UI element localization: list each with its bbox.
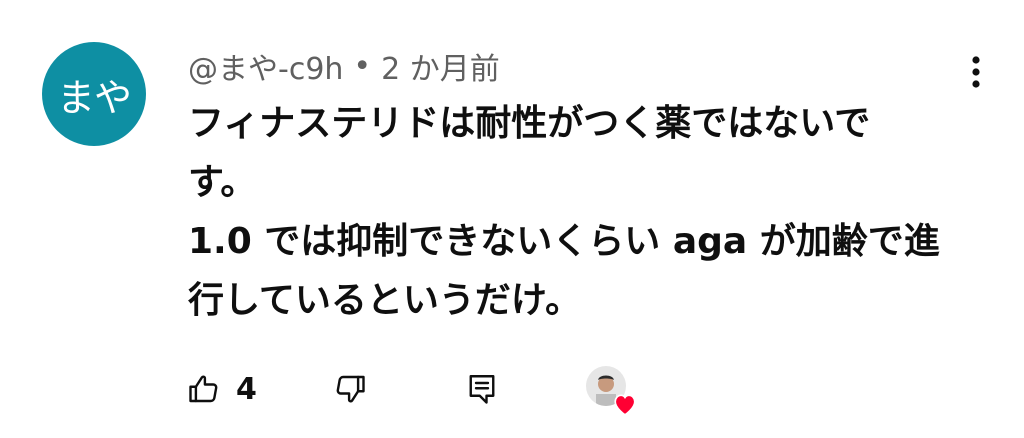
comment-header: @まや-c9h • 2 か月前 [188,44,500,88]
comment-text-line: 行しているというだけ。 [188,280,582,321]
comment-text-line: す。 [188,162,257,203]
more-actions-button[interactable] [956,50,996,94]
like-button[interactable]: 4 [186,362,257,416]
comment-timestamp[interactable]: 2 か月前 [381,44,500,88]
dislike-button[interactable] [332,362,368,416]
comment-text: フィナステリドは耐性がつく薬ではないで す。 1.0 では抑制できないくらい a… [188,94,958,330]
author-handle[interactable]: @まや-c9h [188,44,343,88]
comment-text-line: フィナステリドは耐性がつく薬ではないで [188,103,871,144]
like-count: 4 [236,371,257,407]
creator-heart-badge [586,366,636,416]
creator-heart-icon [614,394,636,416]
author-avatar-initials: まや [56,75,132,120]
thumb-down-icon [336,375,365,403]
comment-action-bar: 4 [186,362,666,416]
thumb-up-icon [189,375,218,403]
comment-text-line: 1.0 では抑制できないくらい aga が加齢で進 [188,221,940,262]
author-avatar[interactable]: まや [42,42,146,146]
more-vert-icon [972,56,980,88]
reply-comment-icon [469,375,495,404]
header-separator: • [353,48,372,84]
reply-button[interactable] [464,362,500,416]
